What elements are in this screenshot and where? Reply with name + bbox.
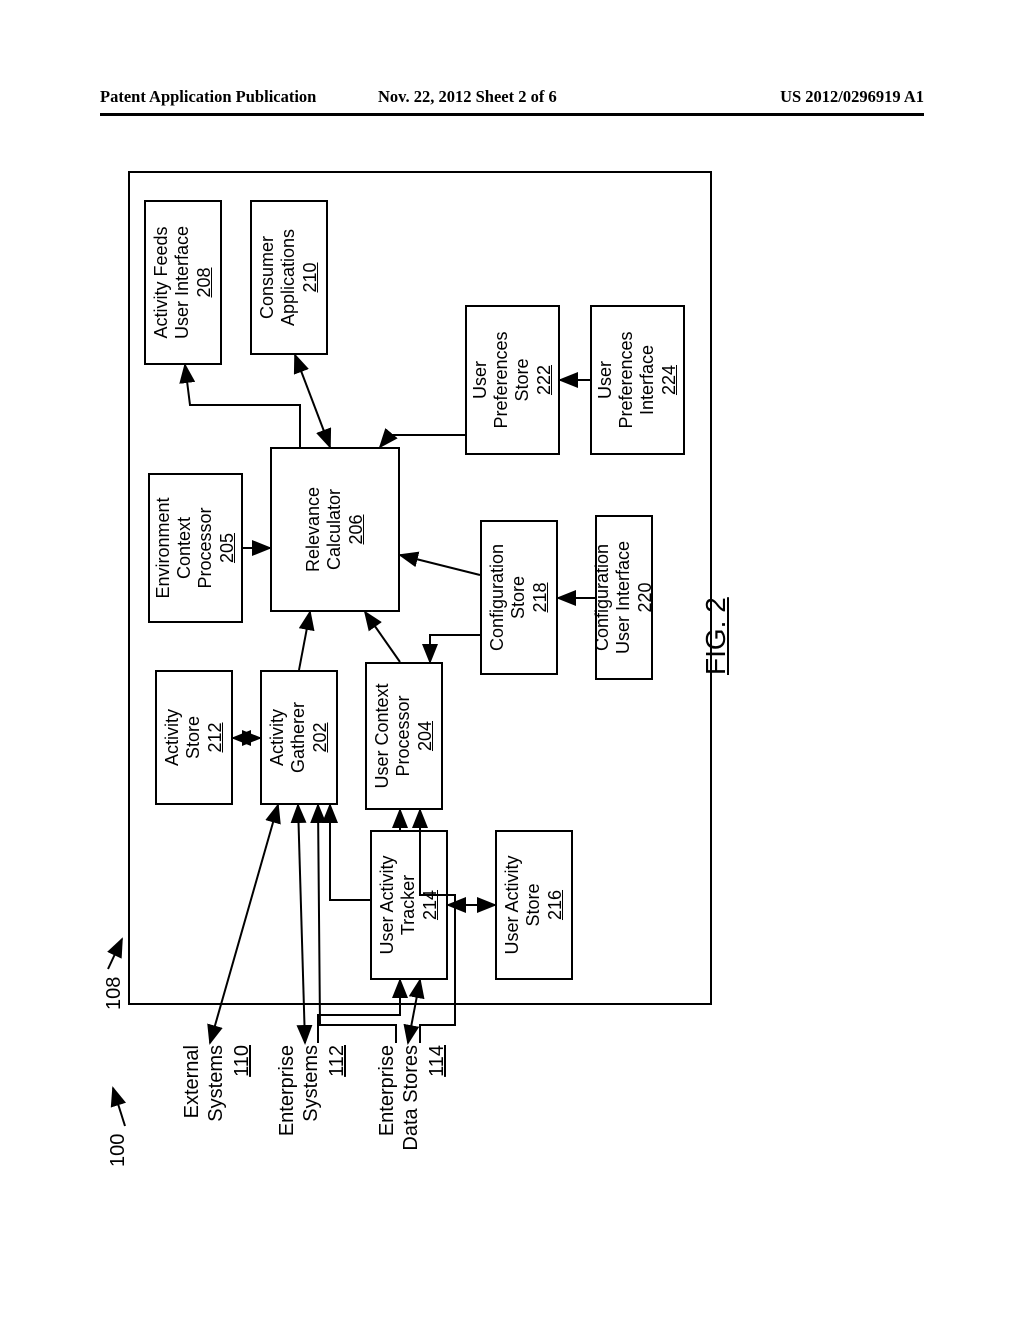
page: Patent Application Publication Nov. 22, … (0, 0, 1024, 1320)
diagram-stage: 100 External Systems 110 Enterprise Syst… (100, 160, 735, 1175)
figure-label: FIG. 2 (700, 597, 732, 675)
header-mid: Nov. 22, 2012 Sheet 2 of 6 (378, 87, 557, 107)
connectors (100, 160, 735, 1175)
header-rule (100, 113, 924, 116)
header-left: Patent Application Publication (100, 87, 316, 107)
diagram-area: 100 External Systems 110 Enterprise Syst… (100, 160, 735, 1175)
header-right: US 2012/0296919 A1 (780, 87, 924, 107)
